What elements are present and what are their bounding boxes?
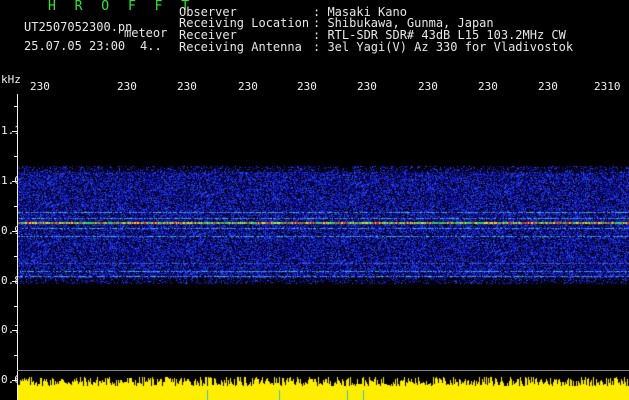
hrofft-window: H R O F F T UT2507052300.pn meteor 25.07… [0,0,629,400]
y-ticks [12,106,17,381]
axis-overlay [12,94,629,400]
